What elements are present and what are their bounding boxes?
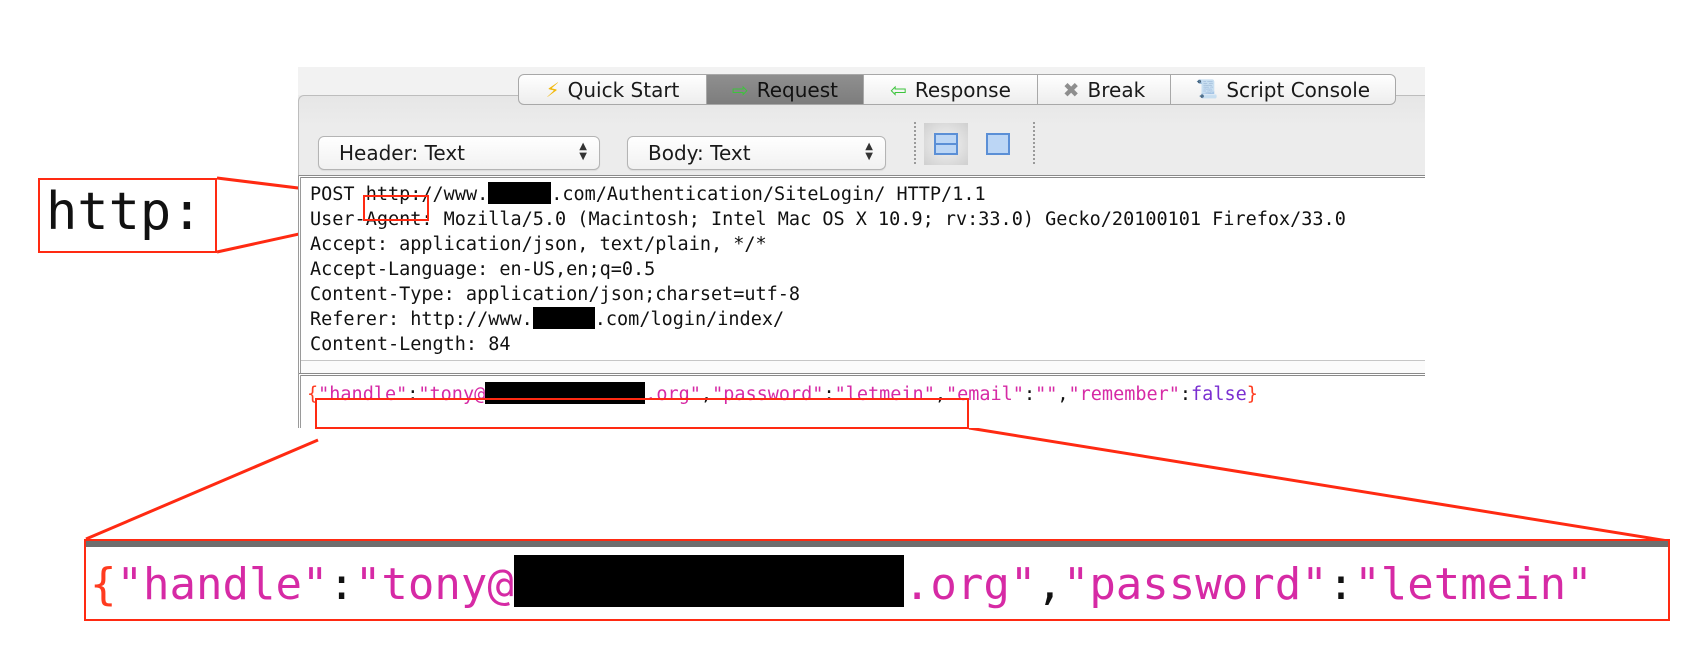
x-icon: ✖ xyxy=(1062,77,1080,102)
split-pane-icon xyxy=(934,133,958,155)
header-format-select[interactable]: Header: Text ▲ ▼ xyxy=(318,136,600,170)
body-format-select[interactable]: Body: Text ▲ ▼ xyxy=(627,136,886,170)
proxy-request-panel: ⚡ Quick Start ⇨ Request ⇦ Response ✖ Bre… xyxy=(298,67,1425,428)
request-header-textarea[interactable]: POST http://www. .com/Authentication/Site… xyxy=(298,175,1425,373)
scroll-icon: 📜 xyxy=(1195,78,1219,100)
tab-quick-start[interactable]: ⚡ Quick Start xyxy=(518,74,707,105)
header-format-value: Header: Text xyxy=(339,141,466,165)
header-line: Accept-Language: en-US,en;q=0.5 xyxy=(310,259,656,280)
body-callout-connector xyxy=(968,426,1669,543)
updown-arrows-icon: ▲ ▼ xyxy=(865,141,873,162)
request-editor: POST http://www. .com/Authentication/Site… xyxy=(298,175,1425,428)
header-line: User-Agent: Mozilla/5.0 (Macintosh; Inte… xyxy=(310,209,1346,230)
http-zoom-text: http: xyxy=(46,182,203,242)
tab-label: Break xyxy=(1087,77,1146,102)
body-callout-connector xyxy=(85,438,319,541)
redacted-email-domain xyxy=(513,555,904,607)
toolbar-separator xyxy=(914,122,916,164)
redacted-domain xyxy=(532,307,595,329)
credentials-zoom-callout: {"handle":"tony@ .org","password":"letmei… xyxy=(84,539,1670,621)
arrow-right-icon: ⇨ xyxy=(731,77,749,102)
horizontal-scrollbar[interactable] xyxy=(301,360,1425,373)
http-highlight-box xyxy=(363,195,429,221)
split-view-button[interactable] xyxy=(924,123,968,165)
header-line: Accept: application/json, text/plain, */… xyxy=(310,234,767,255)
tab-script-console[interactable]: 📜 Script Console xyxy=(1171,74,1396,105)
header-line: Content-Length: 84 xyxy=(310,334,511,355)
header-line-referer: Referer: http://www. .com/login/index/ xyxy=(310,307,785,330)
tab-break[interactable]: ✖ Break xyxy=(1038,74,1171,105)
tab-label: Request xyxy=(756,77,838,102)
credentials-zoom-text: {"handle":"tony@ .org","password":"letmei… xyxy=(90,555,1593,613)
redacted-domain xyxy=(488,182,552,204)
tab-label: Response xyxy=(914,77,1011,102)
http-zoom-callout: http: xyxy=(38,178,217,253)
body-format-value: Body: Text xyxy=(648,141,751,165)
arrow-left-icon: ⇦ xyxy=(890,77,907,102)
toolbar-separator xyxy=(1033,122,1035,164)
lightning-icon: ⚡ xyxy=(545,77,560,102)
tab-response[interactable]: ⇦ Response xyxy=(864,74,1038,105)
credentials-highlight-box xyxy=(315,398,969,429)
tab-request[interactable]: ⇨ Request xyxy=(707,74,864,105)
tab-label: Quick Start xyxy=(567,77,680,102)
single-view-button[interactable] xyxy=(976,123,1020,165)
callout-divider xyxy=(86,541,1668,547)
single-pane-icon xyxy=(986,133,1010,155)
updown-arrows-icon: ▲ ▼ xyxy=(579,141,587,162)
header-line: Content-Type: application/json;charset=u… xyxy=(310,284,801,305)
tab-label: Script Console xyxy=(1226,77,1371,102)
